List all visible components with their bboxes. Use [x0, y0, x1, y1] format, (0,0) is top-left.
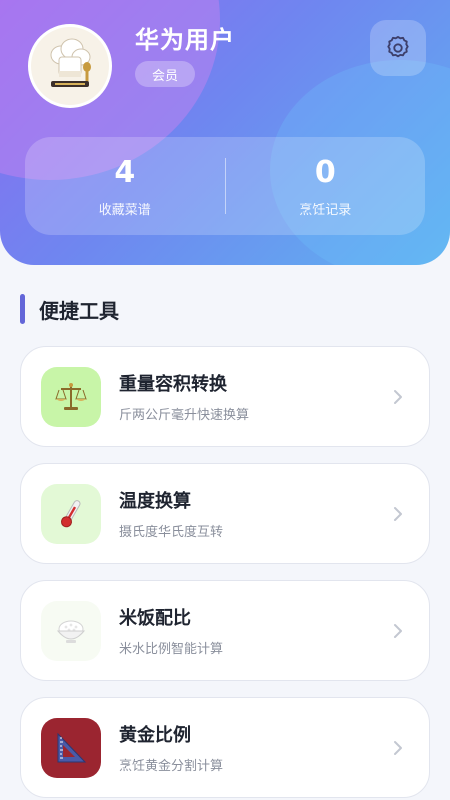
tool-card-golden-ratio[interactable]: 黄金比例 烹饪黄金分割计算 — [20, 697, 430, 798]
chevron-right-icon — [383, 622, 413, 640]
chevron-right-icon — [383, 388, 413, 406]
set-square-icon — [57, 732, 87, 762]
avatar[interactable] — [28, 24, 112, 108]
tool-card-weight-volume[interactable]: 重量容积转换 斤两公斤毫升快速换算 — [20, 346, 430, 447]
settings-button[interactable] — [370, 20, 426, 76]
tool-title: 重量容积转换 — [119, 374, 227, 395]
username: 华为用户 — [135, 26, 235, 54]
member-badge: 会员 — [135, 61, 195, 87]
tool-title: 温度换算 — [119, 491, 191, 512]
stat-value: 0 — [314, 154, 336, 190]
tool-icon-container — [41, 600, 101, 661]
rice-bowl-icon — [56, 620, 86, 643]
stat-label: 收藏菜谱 — [98, 202, 151, 218]
tool-description: 烹饪黄金分割计算 — [119, 759, 224, 774]
chef-hat-icon — [50, 38, 91, 87]
tool-card-temperature[interactable]: 温度换算 摄氏度华氏度互转 — [20, 463, 430, 564]
tool-icon-container — [41, 483, 101, 544]
profile-header: 华为用户 会员 4 收藏菜谱 0 烹饪记录 — [0, 0, 450, 265]
tool-icon-container — [41, 717, 101, 778]
tool-card-rice-ratio[interactable]: 米饭配比 米水比例智能计算 — [20, 580, 430, 681]
stats-card: 4 收藏菜谱 0 烹饪记录 — [25, 137, 425, 235]
tool-description: 摄氏度华氏度互转 — [119, 525, 224, 540]
tool-description: 米水比例智能计算 — [119, 642, 224, 657]
chevron-right-icon — [383, 505, 413, 523]
tool-description: 斤两公斤毫升快速换算 — [119, 408, 250, 423]
stat-cooking-records[interactable]: 0 烹饪记录 — [226, 155, 426, 218]
tool-title: 黄金比例 — [119, 725, 191, 746]
tool-icon-container — [41, 366, 101, 427]
stat-label: 烹饪记录 — [299, 202, 352, 218]
stat-favorites[interactable]: 4 收藏菜谱 — [25, 155, 225, 218]
section-accent-bar — [20, 294, 25, 324]
stat-value: 4 — [114, 154, 136, 190]
gear-icon — [387, 35, 409, 58]
thermometer-icon — [61, 499, 81, 527]
chevron-right-icon — [383, 739, 413, 757]
section-title: 便捷工具 — [20, 294, 119, 324]
tool-title: 米饭配比 — [119, 608, 191, 629]
section-title-text: 便捷工具 — [39, 298, 119, 323]
balance-scale-icon — [55, 382, 87, 410]
